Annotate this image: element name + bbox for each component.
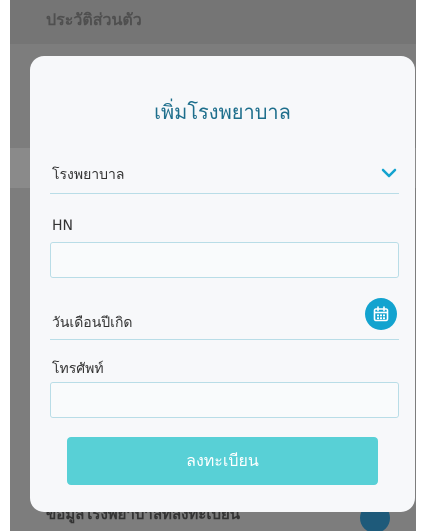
phone-label: โทรศัพท์ <box>52 361 104 377</box>
birth-date-label: วันเดือนปีเกิด <box>52 315 133 331</box>
modal-title: เพิ่มโรงพยาบาล <box>154 100 291 124</box>
background-header-title: ประวัติส่วนตัว <box>46 10 142 29</box>
hn-label: HN <box>52 218 73 234</box>
calendar-button[interactable] <box>365 298 397 330</box>
add-hospital-modal: เพิ่มโรงพยาบาล โรงพยาบาล HN วันเดือนปีเก… <box>30 56 415 512</box>
birth-date-field[interactable]: วันเดือนปีเกิด <box>50 298 399 340</box>
calendar-icon <box>373 306 389 322</box>
phone-input[interactable] <box>50 382 399 418</box>
chevron-down-icon <box>381 168 397 178</box>
hn-input[interactable] <box>50 242 399 278</box>
register-button[interactable]: ลงทะเบียน <box>67 437 378 485</box>
hospital-select[interactable]: โรงพยาบาล <box>50 154 399 194</box>
hospital-select-label: โรงพยาบาล <box>52 167 125 183</box>
background-header: ประวัติส่วนตัว <box>10 0 416 44</box>
